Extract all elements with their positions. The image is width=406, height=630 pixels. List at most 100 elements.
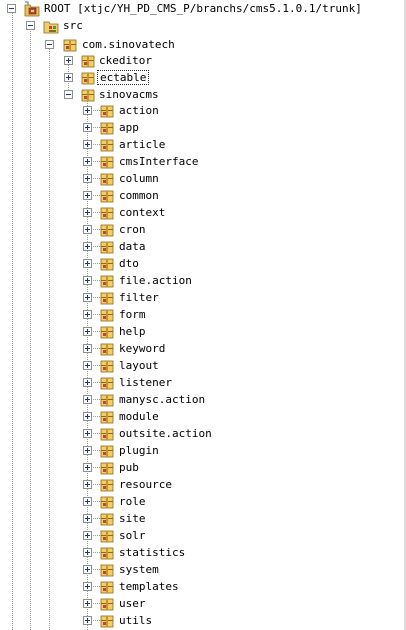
tree-node-child[interactable]: column	[0, 170, 406, 187]
tree-node-child[interactable]: dto	[0, 255, 406, 272]
tree-node-child[interactable]: listener	[0, 374, 406, 391]
expand-toggle[interactable]	[83, 463, 92, 472]
expand-toggle[interactable]	[83, 582, 92, 591]
package-icon	[100, 139, 114, 152]
tree-node-child[interactable]: keyword	[0, 340, 406, 357]
tree-node-child[interactable]: utils	[0, 612, 406, 629]
tree-node-label: cron	[119, 223, 146, 236]
package-icon	[100, 241, 114, 254]
tree-node-label: com.sinovatech	[82, 38, 175, 51]
expand-toggle[interactable]	[83, 548, 92, 557]
package-icon	[100, 615, 114, 628]
expand-toggle[interactable]	[83, 446, 92, 455]
collapse-toggle[interactable]	[7, 4, 16, 13]
project-tree: ROOT [xtjc/YH_PD_CMS_P/branchs/cms5.1.0.…	[0, 0, 406, 630]
expand-toggle[interactable]	[83, 616, 92, 625]
tree-node-ckeditor[interactable]: ckeditor	[0, 52, 406, 69]
tree-node-child[interactable]: cmsInterface	[0, 153, 406, 170]
tree-node-root[interactable]: ROOT [xtjc/YH_PD_CMS_P/branchs/cms5.1.0.…	[0, 0, 406, 17]
tree-node-child[interactable]: article	[0, 136, 406, 153]
expand-toggle[interactable]	[83, 497, 92, 506]
tree-node-child[interactable]: layout	[0, 357, 406, 374]
package-icon	[100, 496, 114, 509]
tree-node-sinovacms[interactable]: sinovacms	[0, 86, 406, 103]
tree-node-child[interactable]: manysc.action	[0, 391, 406, 408]
expand-toggle[interactable]	[83, 174, 92, 183]
tree-node-child[interactable]: help	[0, 323, 406, 340]
collapse-toggle[interactable]	[26, 21, 35, 30]
tree-node-child[interactable]: resource	[0, 476, 406, 493]
expand-toggle[interactable]	[83, 191, 92, 200]
tree-node-child[interactable]: outsite.action	[0, 425, 406, 442]
expand-toggle[interactable]	[83, 395, 92, 404]
tree-node-child[interactable]: templates	[0, 578, 406, 595]
tree-node-child[interactable]: statistics	[0, 544, 406, 561]
expand-toggle[interactable]	[83, 140, 92, 149]
tree-node-child[interactable]: pub	[0, 459, 406, 476]
expand-toggle[interactable]	[83, 310, 92, 319]
expand-toggle[interactable]	[83, 259, 92, 268]
package-icon	[100, 547, 114, 560]
package-icon	[100, 445, 114, 458]
tree-node-child[interactable]: app	[0, 119, 406, 136]
tree-node-child[interactable]: module	[0, 408, 406, 425]
expand-toggle[interactable]	[83, 327, 92, 336]
expand-toggle[interactable]	[83, 293, 92, 302]
tree-node-child[interactable]: context	[0, 204, 406, 221]
expand-toggle[interactable]	[83, 412, 92, 421]
tree-node-label: manysc.action	[119, 393, 206, 406]
tree-node-child[interactable]: common	[0, 187, 406, 204]
collapse-toggle[interactable]	[64, 90, 73, 99]
tree-node-child[interactable]: data	[0, 238, 406, 255]
expand-toggle[interactable]	[83, 242, 92, 251]
expand-toggle[interactable]	[83, 480, 92, 489]
expand-toggle[interactable]	[83, 276, 92, 285]
package-icon	[100, 190, 114, 203]
package-icon	[100, 564, 114, 577]
tree-node-label: templates	[119, 580, 179, 593]
tree-node-label: statistics	[119, 546, 186, 559]
tree-node-label: system	[119, 563, 159, 576]
expand-toggle[interactable]	[83, 344, 92, 353]
expand-toggle[interactable]	[83, 599, 92, 608]
tree-node-child[interactable]: site	[0, 510, 406, 527]
tree-node-label: sinovacms	[99, 88, 159, 101]
expand-toggle[interactable]	[64, 73, 73, 82]
expand-toggle[interactable]	[83, 208, 92, 217]
tree-node-child[interactable]: action	[0, 102, 406, 119]
tree-node-label: keyword	[119, 342, 166, 355]
tree-node-child[interactable]: user	[0, 595, 406, 612]
tree-node-child[interactable]: cron	[0, 221, 406, 238]
tree-node-child[interactable]: file.action	[0, 272, 406, 289]
expand-toggle[interactable]	[83, 157, 92, 166]
tree-node-label: plugin	[119, 444, 159, 457]
collapse-toggle[interactable]	[45, 40, 54, 49]
tree-node-child[interactable]: filter	[0, 289, 406, 306]
expand-toggle[interactable]	[83, 514, 92, 523]
expand-toggle[interactable]	[83, 531, 92, 540]
package-icon	[100, 394, 114, 407]
expand-toggle[interactable]	[83, 429, 92, 438]
expand-toggle[interactable]	[83, 378, 92, 387]
tree-node-child[interactable]: plugin	[0, 442, 406, 459]
expand-toggle[interactable]	[83, 225, 92, 234]
tree-node-label: solr	[119, 529, 146, 542]
tree-node-child[interactable]: role	[0, 493, 406, 510]
tree-node-label: cmsInterface	[119, 155, 199, 168]
expand-toggle[interactable]	[83, 361, 92, 370]
expand-toggle[interactable]	[83, 123, 92, 132]
package-icon	[100, 513, 114, 526]
tree-node-child[interactable]: system	[0, 561, 406, 578]
tree-node-child[interactable]: form	[0, 306, 406, 323]
tree-node-package[interactable]: com.sinovatech	[0, 36, 406, 53]
package-icon	[63, 39, 77, 52]
expand-toggle[interactable]	[83, 106, 92, 115]
tree-node-ectable[interactable]: ectable	[0, 69, 406, 86]
expand-toggle[interactable]	[64, 56, 73, 65]
tree-node-label: site	[119, 512, 146, 525]
tree-node-label: outsite.action	[119, 427, 212, 440]
tree-node-child[interactable]: solr	[0, 527, 406, 544]
tree-node-label: ROOT [xtjc/YH_PD_CMS_P/branchs/cms5.1.0.…	[44, 2, 362, 15]
expand-toggle[interactable]	[83, 565, 92, 574]
tree-node-src[interactable]: src	[0, 17, 406, 34]
